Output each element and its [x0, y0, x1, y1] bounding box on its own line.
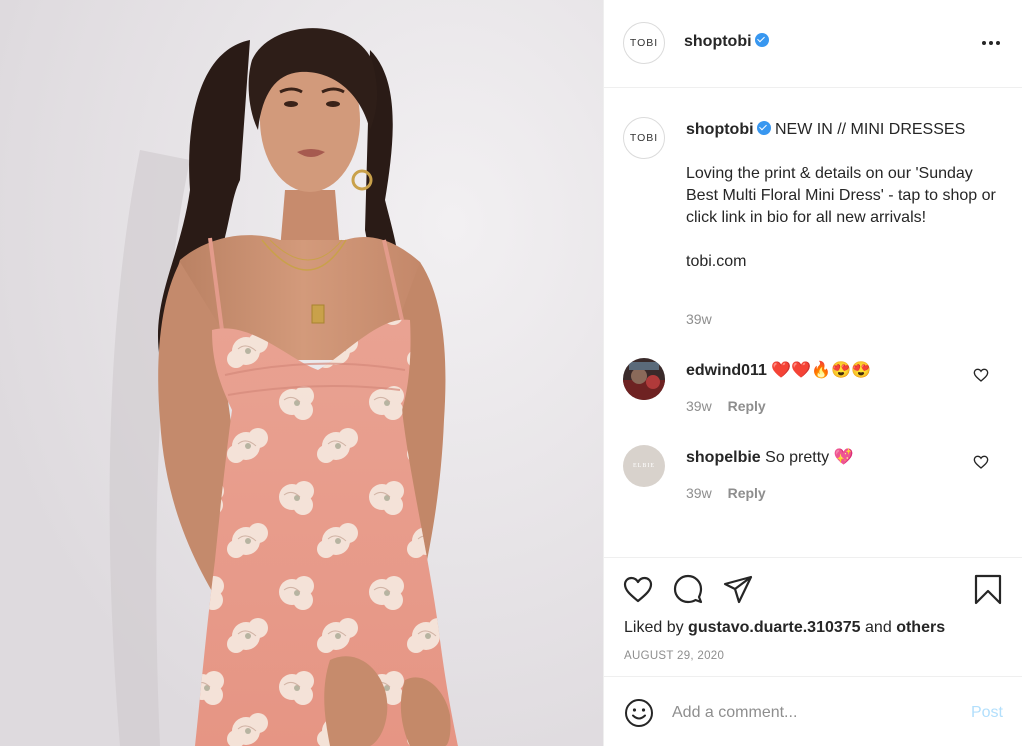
model-photo	[0, 0, 603, 746]
commenter-avatar[interactable]	[623, 358, 665, 400]
more-icon	[996, 41, 1000, 45]
more-icon	[982, 41, 986, 45]
heart-icon[interactable]	[622, 573, 654, 605]
commenter-username[interactable]: edwind011	[686, 362, 767, 379]
post-caption: shoptobi NEW IN // MINI DRESSES Loving t…	[686, 119, 1006, 295]
caption-username[interactable]: shoptobi	[686, 121, 754, 138]
verified-icon	[754, 33, 769, 47]
liked-by-user-link[interactable]: gustavo.duarte.310375	[688, 619, 861, 636]
commenter-username[interactable]: shopelbie	[686, 449, 761, 466]
liked-by-joiner: and	[865, 619, 892, 636]
bookmark-icon[interactable]	[972, 573, 1004, 605]
author-username[interactable]: shoptobi	[684, 33, 769, 51]
comment-icon[interactable]	[672, 573, 704, 605]
reply-button[interactable]: Reply	[728, 485, 766, 501]
reply-button[interactable]: Reply	[728, 398, 766, 414]
author-username-text[interactable]: shoptobi	[684, 33, 752, 50]
share-icon[interactable]	[722, 573, 754, 605]
comment-heart-icon[interactable]	[973, 454, 989, 470]
verified-icon	[756, 121, 771, 135]
comment-input[interactable]	[672, 700, 952, 726]
caption-link: tobi.com	[686, 253, 747, 270]
caption-title: NEW IN // MINI DRESSES	[775, 121, 966, 138]
post-details-panel: TOBI shoptobi TOBI shoptobi NEW IN // MI…	[603, 0, 1022, 746]
comment-item: ELBIE shopelbie So pretty 💖 39w Reply	[604, 445, 1022, 515]
comment-text: ❤️❤️🔥😍😍	[771, 362, 871, 379]
elbie-logo-icon: ELBIE	[633, 463, 655, 469]
more-icon	[989, 41, 993, 45]
post-button[interactable]: Post	[971, 704, 1003, 722]
comment-item: edwind011 ❤️❤️🔥😍😍 39w Reply	[604, 358, 1022, 428]
more-options-button[interactable]	[979, 31, 1003, 55]
comment-timestamp[interactable]: 39w	[686, 398, 712, 414]
liked-by-others-link[interactable]: others	[896, 619, 945, 636]
post-image[interactable]	[0, 0, 603, 746]
liked-by-prefix: Liked by	[624, 619, 684, 636]
comment-text: So pretty 💖	[765, 449, 854, 466]
liked-by-text: Liked by gustavo.duarte.310375 and other…	[624, 619, 945, 637]
author-avatar[interactable]: TOBI	[623, 22, 665, 64]
add-comment-bar: Post	[604, 678, 1022, 746]
commenter-avatar[interactable]: ELBIE	[623, 445, 665, 487]
caption-author-avatar[interactable]: TOBI	[623, 117, 665, 159]
post-header: TOBI shoptobi	[604, 0, 1022, 88]
comment-heart-icon[interactable]	[973, 367, 989, 383]
comments-section: TOBI shoptobi NEW IN // MINI DRESSES Lov…	[604, 89, 1022, 557]
post-date[interactable]: AUGUST 29, 2020	[624, 650, 724, 662]
caption-body: Loving the print & details on our 'Sunda…	[686, 165, 996, 226]
caption-timestamp[interactable]: 39w	[686, 311, 712, 327]
emoji-icon[interactable]	[624, 698, 654, 728]
post-actions: Liked by gustavo.duarte.310375 and other…	[604, 557, 1022, 677]
comment-timestamp[interactable]: 39w	[686, 485, 712, 501]
